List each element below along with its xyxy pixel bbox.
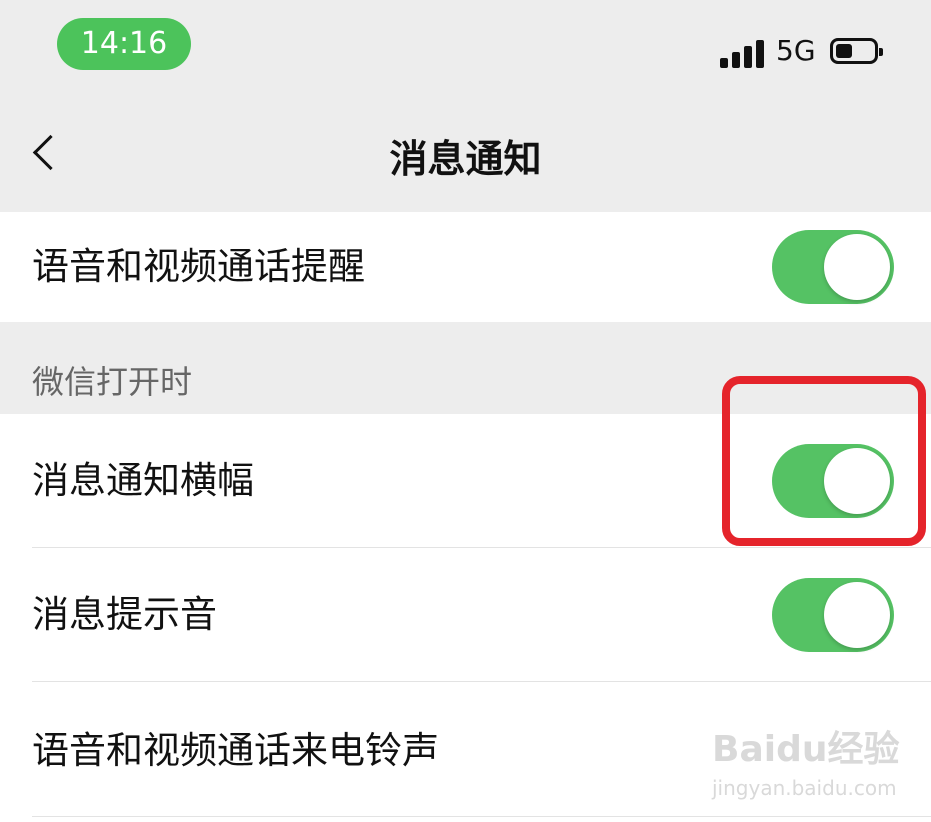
row-label: 语音和视频通话提醒 <box>32 245 365 288</box>
settings-row-call-reminder: 语音和视频通话提醒 <box>0 212 931 322</box>
toggle-knob <box>824 582 890 648</box>
settings-row-sound: 消息提示音 <box>0 548 931 682</box>
row-label: 语音和视频通话来电铃声 <box>32 729 439 772</box>
row-divider <box>32 816 931 817</box>
navigation-bar: 消息通知 <box>0 100 931 212</box>
row-label: 消息提示音 <box>32 593 217 636</box>
network-type: 5G <box>776 34 816 67</box>
highlight-box <box>722 376 926 546</box>
section-header: 微信打开时 <box>32 363 193 401</box>
toggle-knob <box>824 234 890 300</box>
page-title: 消息通知 <box>389 137 542 181</box>
row-label: 消息通知横幅 <box>32 459 254 502</box>
watermark-brand: Baidu经验 <box>712 729 900 770</box>
status-bar: 14:16 5G <box>0 0 931 100</box>
status-time: 14:16 <box>57 18 191 70</box>
signal-icon <box>720 38 766 68</box>
battery-icon <box>830 38 883 64</box>
watermark-url: jingyan.baidu.com <box>712 776 897 800</box>
sound-toggle[interactable] <box>772 578 894 652</box>
call-reminder-toggle[interactable] <box>772 230 894 304</box>
